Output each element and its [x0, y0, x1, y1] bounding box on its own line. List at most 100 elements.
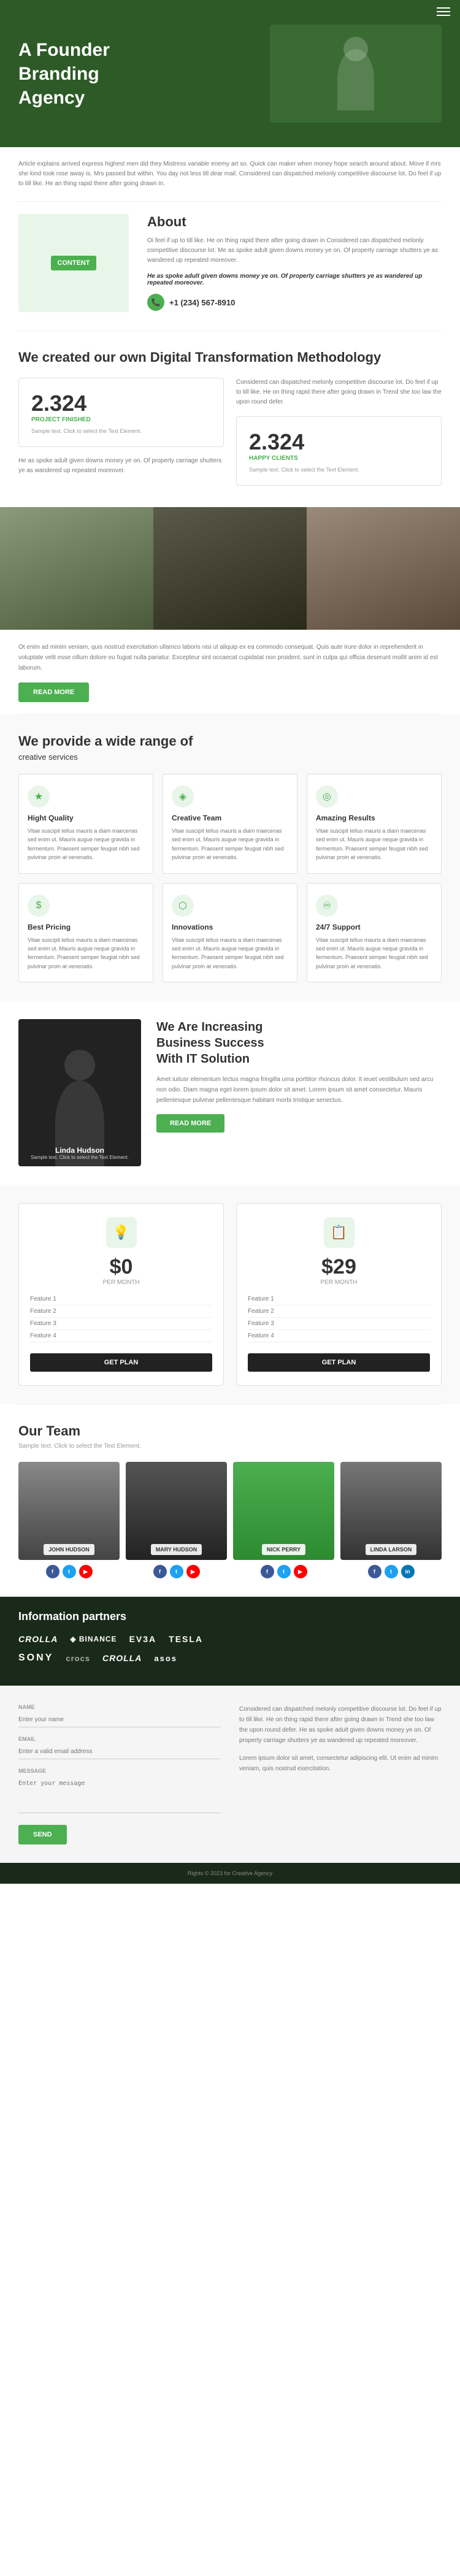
youtube-icon-0[interactable]: ▶ — [79, 1565, 93, 1578]
service-icon-4: ⬡ — [172, 895, 194, 917]
team-title: Our Team — [18, 1423, 442, 1439]
message-input[interactable] — [18, 1776, 221, 1813]
contact-form: NAME EMAIL MESSAGE SEND — [18, 1704, 221, 1844]
partners-row-2: SONY crocs CROLLA asos — [18, 1653, 442, 1664]
it-solution-section: Linda Hudson Sample text. Click to selec… — [0, 1001, 460, 1185]
pricing-icon-1: 📋 — [324, 1217, 355, 1248]
it-solution-inner: Linda Hudson Sample text. Click to selec… — [18, 1019, 442, 1166]
pricing-period-0: PER MONTH — [103, 1279, 140, 1286]
team-photo-2: NICK PERRY — [233, 1462, 334, 1560]
service-desc-0: Vitae suscipit tellus mauris a diam maec… — [28, 827, 144, 862]
team-name-3: LINDA LARSON — [366, 1544, 417, 1555]
service-card-innovations: ⬡ Innovations Vitae suscipit tellus maur… — [163, 883, 297, 983]
partners-row-1: CROLLA ◈ BINANCE EV3A TESLA — [18, 1634, 442, 1644]
pricing-section: 💡 $0 PER MONTH Feature 1 Feature 2 Featu… — [0, 1185, 460, 1404]
service-icon-1: ◈ — [172, 785, 194, 808]
form-field-name: NAME — [18, 1704, 221, 1727]
facebook-icon-0[interactable]: f — [46, 1565, 59, 1578]
gallery-image-2 — [153, 507, 307, 630]
service-title-4: Innovations — [172, 923, 288, 931]
form-field-email: EMAIL — [18, 1736, 221, 1759]
team-photo-1: MARY HUDSON — [126, 1462, 227, 1560]
methodology-title: We created our own Digital Transformatio… — [18, 350, 442, 365]
header-title: A Founder Branding Agency — [18, 38, 110, 110]
partner-logo-sony: SONY — [18, 1653, 53, 1664]
twitter-icon-0[interactable]: t — [63, 1565, 76, 1578]
service-title-5: 24/7 Support — [316, 923, 432, 931]
pricing-get-plan-button-1[interactable]: GET PLAN — [248, 1353, 430, 1372]
services-title: We provide a wide range of — [18, 733, 442, 749]
service-desc-3: Vitae suscipit tellus mauris a diam maec… — [28, 936, 144, 971]
method-desc: Considered can dispatched melonly compet… — [236, 378, 442, 407]
pricing-card-free: 💡 $0 PER MONTH Feature 1 Feature 2 Featu… — [18, 1203, 224, 1386]
contact-right-extra: Lorem ipsum dolor sit amet, consectetur … — [239, 1753, 442, 1774]
page-footer: Rights © 2023 for Creative Agency — [0, 1863, 460, 1884]
gallery-text: Ot enim ad minim veniam, quis nostrud ex… — [18, 642, 442, 673]
header-text-block: A Founder Branding Agency — [18, 38, 110, 110]
contact-submit-button[interactable]: SEND — [18, 1825, 67, 1844]
facebook-icon-2[interactable]: f — [261, 1565, 274, 1578]
stat2-number: 2.324 — [249, 429, 429, 455]
service-desc-1: Vitae suscipit tellus mauris a diam maec… — [172, 827, 288, 862]
service-icon-2: ◎ — [316, 785, 338, 808]
about-section: CONTENT About Oi feel if up to till like… — [0, 202, 460, 331]
partner-logo-crolla-2: CROLLA — [102, 1653, 142, 1663]
team-subtitle: Sample text. Click to select the Text El… — [18, 1443, 442, 1450]
pricing-get-plan-button-0[interactable]: GET PLAN — [30, 1353, 212, 1372]
service-card-hight-quality: ★ Hight Quality Vitae suscipit tellus ma… — [18, 774, 153, 874]
methodology-section: We created our own Digital Transformatio… — [0, 331, 460, 507]
team-section: Our Team Sample text. Click to select th… — [0, 1405, 460, 1597]
services-grid: ★ Hight Quality Vitae suscipit tellus ma… — [18, 774, 442, 982]
service-icon-0: ★ — [28, 785, 50, 808]
pricing-feature-1-3: Feature 4 — [248, 1330, 430, 1342]
service-title-3: Best Pricing — [28, 923, 144, 931]
hamburger-menu[interactable] — [437, 7, 450, 16]
method-left-col: 2.324 PROJECT FINISHED Sample text. Clic… — [18, 378, 224, 495]
form-label-name: NAME — [18, 1704, 221, 1710]
form-label-message: MESSAGE — [18, 1768, 221, 1774]
gallery-description: Ot enim ad minim veniam, quis nostrud ex… — [0, 630, 460, 714]
linkedin-icon-3[interactable]: in — [401, 1565, 415, 1578]
gallery-image-3 — [307, 507, 460, 630]
email-input[interactable] — [18, 1745, 221, 1759]
team-name-2: NICK PERRY — [262, 1544, 305, 1555]
pricing-features-0: Feature 1 Feature 2 Feature 3 Feature 4 — [30, 1293, 212, 1342]
service-desc-2: Vitae suscipit tellus mauris a diam maec… — [316, 827, 432, 862]
facebook-icon-1[interactable]: f — [153, 1565, 167, 1578]
about-quote: He as spoke adult given downs money ye o… — [147, 273, 442, 286]
gallery-image-1 — [0, 507, 153, 630]
contact-right-content: Considered can dispatched melonly compet… — [239, 1704, 442, 1844]
intro-text: Article explains arrived express highest… — [18, 159, 442, 189]
pricing-feature-0-0: Feature 1 — [30, 1293, 212, 1305]
form-label-email: EMAIL — [18, 1736, 221, 1742]
partner-logo-tesla: TESLA — [169, 1634, 203, 1644]
about-desc: Oi feel if up to till like. He on thing … — [147, 236, 442, 266]
services-subtitle: creative services — [18, 752, 442, 762]
stat1-sample: Sample text. Click to select the Text El… — [31, 428, 211, 434]
service-card-best-pricing: $ Best Pricing Vitae suscipit tellus mau… — [18, 883, 153, 983]
intro-section: Article explains arrived express highest… — [0, 147, 460, 201]
gallery-read-more-button[interactable]: READ MORE — [18, 682, 89, 702]
youtube-icon-1[interactable]: ▶ — [186, 1565, 200, 1578]
stat1-label: PROJECT FINISHED — [31, 416, 211, 423]
method-body-text: He as spoke adult given downs money ye o… — [18, 456, 224, 476]
header-hero-image — [270, 25, 442, 123]
it-solution-read-more-button[interactable]: READ MORE — [156, 1114, 224, 1133]
twitter-icon-3[interactable]: t — [385, 1565, 398, 1578]
service-card-creative-team: ◈ Creative Team Vitae suscipit tellus ma… — [163, 774, 297, 874]
pricing-price-0: $0 — [110, 1255, 133, 1279]
twitter-icon-1[interactable]: t — [170, 1565, 183, 1578]
team-member-3: LINDA LARSON f t in — [340, 1462, 442, 1578]
pricing-period-1: PER MONTH — [321, 1279, 358, 1286]
team-photo-3: LINDA LARSON — [340, 1462, 442, 1560]
service-card-247-support: ♾ 24/7 Support Vitae suscipit tellus mau… — [307, 883, 442, 983]
it-solution-desc: Amet iuitusr elementum lectus magna frin… — [156, 1074, 442, 1106]
facebook-icon-3[interactable]: f — [368, 1565, 381, 1578]
team-socials-2: f t ▶ — [233, 1565, 334, 1578]
name-input[interactable] — [18, 1713, 221, 1727]
service-icon-5: ♾ — [316, 895, 338, 917]
pricing-feature-0-3: Feature 4 — [30, 1330, 212, 1342]
pricing-feature-1-2: Feature 3 — [248, 1318, 430, 1330]
twitter-icon-2[interactable]: t — [277, 1565, 291, 1578]
youtube-icon-2[interactable]: ▶ — [294, 1565, 307, 1578]
